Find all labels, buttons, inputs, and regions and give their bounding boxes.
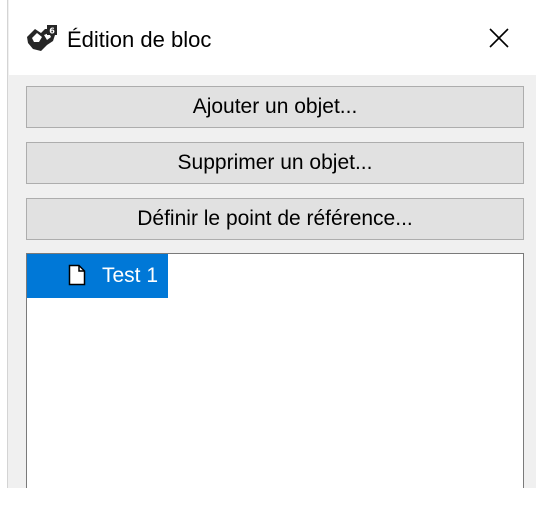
add-object-button[interactable]: Ajouter un objet... <box>26 86 524 128</box>
block-edit-icon: 6 <box>25 25 57 55</box>
close-button[interactable] <box>479 22 519 58</box>
document-icon <box>68 264 86 286</box>
block-edit-panel: Ajouter un objet... Supprimer un objet..… <box>9 75 536 488</box>
svg-text:6: 6 <box>49 26 55 35</box>
object-tree[interactable]: Test 1 <box>26 253 524 488</box>
title-bar: 6 Édition de bloc <box>9 0 536 75</box>
window-bottom-edge <box>0 488 536 510</box>
close-icon <box>489 27 509 53</box>
block-edit-window: 6 Édition de bloc Ajouter un objet... Su… <box>0 0 536 510</box>
window-left-edge <box>0 0 8 488</box>
set-reference-point-button[interactable]: Définir le point de référence... <box>26 198 524 240</box>
tree-item-test-1[interactable]: Test 1 <box>27 254 168 298</box>
window-title: Édition de bloc <box>67 27 212 52</box>
tree-item-label: Test 1 <box>102 264 159 287</box>
remove-object-button[interactable]: Supprimer un objet... <box>26 142 524 184</box>
